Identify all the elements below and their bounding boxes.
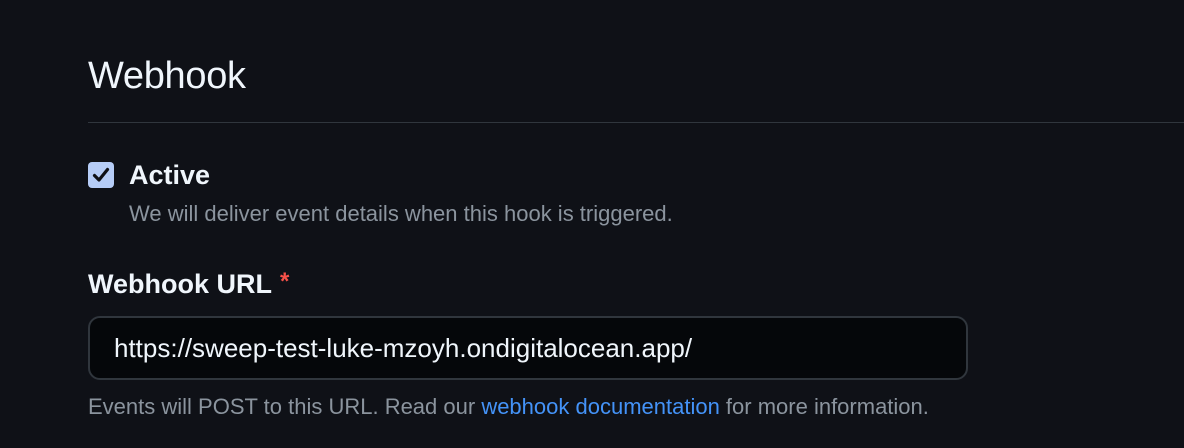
help-prefix: Events will POST to this URL. Read our (88, 394, 482, 419)
active-description: We will deliver event details when this … (129, 201, 673, 226)
webhook-documentation-link[interactable]: webhook documentation (481, 394, 720, 419)
webhook-url-label: Webhook URL * (88, 265, 289, 303)
active-label[interactable]: Active (129, 156, 210, 194)
section-divider (88, 122, 1184, 123)
webhook-url-label-text: Webhook URL (88, 269, 272, 299)
webhook-url-input[interactable] (88, 316, 968, 380)
required-indicator: * (280, 268, 290, 295)
active-checkbox[interactable] (88, 162, 114, 188)
section-title: Webhook (88, 55, 246, 97)
webhook-settings-section: Webhook Active We will deliver event det… (88, 0, 1184, 448)
help-suffix: for more information. (719, 394, 929, 419)
checkmark-icon (92, 167, 110, 182)
webhook-url-help: Events will POST to this URL. Read our w… (88, 392, 929, 422)
